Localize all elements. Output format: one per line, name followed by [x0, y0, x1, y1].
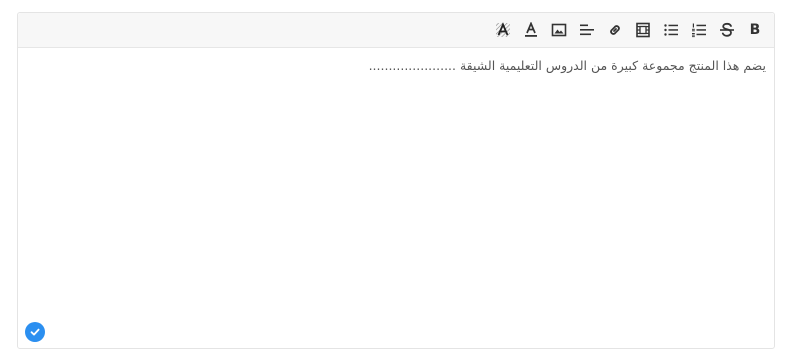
video-icon [636, 22, 650, 38]
align-button[interactable] [578, 21, 596, 39]
editor-content-area[interactable]: يضم هذا المنتج مجموعة كبيرة من الدروس ال… [32, 57, 766, 74]
editor-paragraph: يضم هذا المنتج مجموعة كبيرة من الدروس ال… [368, 58, 766, 73]
rich-text-editor: B يضم هذا المنتج مجموعة كبيرة من الدروس … [17, 12, 775, 349]
bulleted-list-icon [664, 24, 678, 36]
link-icon [610, 25, 620, 35]
align-icon [580, 24, 594, 36]
image-icon [551, 23, 567, 37]
editor-toolbar: B [18, 13, 774, 48]
clear-format-button[interactable] [494, 21, 512, 39]
text-color-icon [525, 22, 537, 37]
check-icon [30, 328, 40, 336]
bulleted-list-button[interactable] [662, 21, 680, 39]
status-indicator [25, 322, 45, 342]
bold-button[interactable]: B [746, 21, 764, 39]
clear-format-icon [496, 22, 510, 37]
insert-link-button[interactable] [606, 21, 624, 39]
strikethrough-button[interactable] [718, 21, 736, 39]
numbered-list-button[interactable] [690, 21, 708, 39]
bold-icon: B [749, 22, 761, 38]
strikethrough-icon [720, 22, 734, 37]
insert-video-button[interactable] [634, 21, 652, 39]
text-color-button[interactable] [522, 21, 540, 39]
numbered-list-icon [692, 23, 706, 38]
insert-image-button[interactable] [550, 21, 568, 39]
